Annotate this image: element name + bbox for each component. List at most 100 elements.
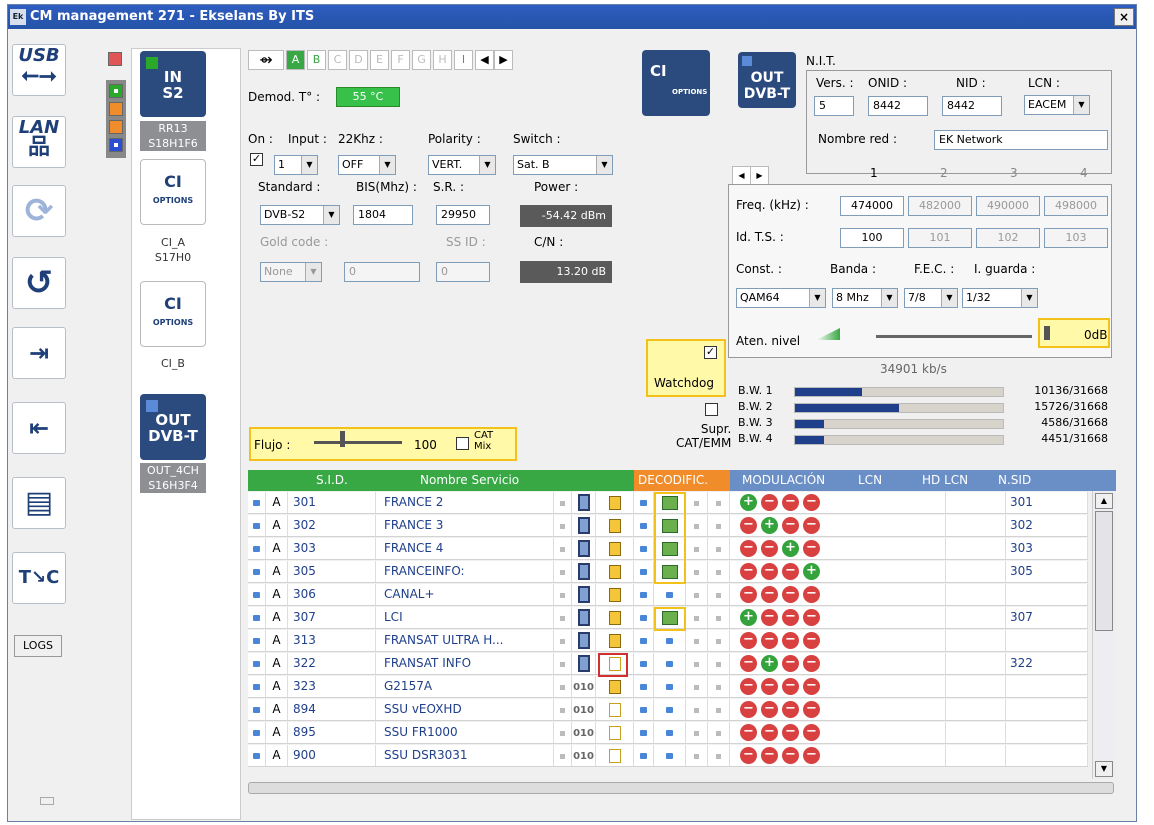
ci-empty-icon[interactable]: [666, 592, 673, 598]
mod-off-icon[interactable]: −: [740, 540, 757, 557]
vers-input[interactable]: 5: [814, 96, 854, 116]
mod-on-icon[interactable]: +: [761, 517, 778, 534]
mod-off-icon[interactable]: −: [782, 747, 799, 764]
decod-c-icon[interactable]: [694, 616, 699, 621]
mod-off-icon[interactable]: −: [782, 678, 799, 695]
decod-a-icon[interactable]: [640, 707, 647, 713]
table-row[interactable]: A 894 SSU vEOXHD 010 − − − −: [248, 699, 1088, 721]
lcn-select[interactable]: EACEM ▼: [1024, 95, 1090, 115]
tab-next-icon[interactable]: ▶: [494, 50, 513, 70]
mod-off-icon[interactable]: −: [782, 609, 799, 626]
freq-3[interactable]: 490000: [976, 196, 1040, 216]
mod-off-icon[interactable]: −: [803, 701, 820, 718]
freq-1[interactable]: 474000: [840, 196, 904, 216]
table-row[interactable]: A 900 SSU DSR3031 010 − − − −: [248, 745, 1088, 767]
scroll-up-icon[interactable]: ▲: [1095, 493, 1113, 509]
freq-4[interactable]: 498000: [1044, 196, 1108, 216]
on-checkbox[interactable]: ✓: [250, 153, 263, 166]
export-button[interactable]: ⇥: [12, 327, 66, 379]
decod-a-icon[interactable]: [640, 730, 647, 736]
aten-slider-thumb[interactable]: [1044, 326, 1050, 340]
freq-2[interactable]: 482000: [908, 196, 972, 216]
row-select-icon[interactable]: [253, 523, 260, 529]
mod-off-icon[interactable]: −: [740, 724, 757, 741]
row-select-icon[interactable]: [253, 707, 260, 713]
decod-c-icon[interactable]: [694, 570, 699, 575]
link-icon[interactable]: ⇴: [248, 50, 284, 70]
nid-input[interactable]: 8442: [942, 96, 1002, 116]
ci-empty-icon[interactable]: [666, 707, 673, 713]
mod-on-icon[interactable]: +: [782, 540, 799, 557]
polarity-select[interactable]: VERT. ▼: [428, 155, 496, 175]
mod-off-icon[interactable]: −: [782, 586, 799, 603]
decod-d-icon[interactable]: [716, 570, 721, 575]
lock-closed-icon[interactable]: [608, 610, 621, 625]
ci-empty-icon[interactable]: [666, 730, 673, 736]
chan-next-icon[interactable]: ▶: [750, 166, 769, 186]
row-select-icon[interactable]: [253, 592, 260, 598]
mod-on-icon[interactable]: +: [740, 609, 757, 626]
supr-checkbox[interactable]: [705, 403, 718, 416]
decod-c-icon[interactable]: [694, 524, 699, 529]
ci-empty-icon[interactable]: [666, 684, 673, 690]
mod-on-icon[interactable]: +: [740, 494, 757, 511]
nsid-header[interactable]: N.SID: [998, 470, 1031, 491]
lcn-header[interactable]: LCN: [858, 470, 882, 491]
input-select[interactable]: 1 ▼: [274, 155, 318, 175]
decod-d-icon[interactable]: [716, 616, 721, 621]
decod-a-icon[interactable]: [640, 523, 647, 529]
row-select-icon[interactable]: [253, 730, 260, 736]
table-row[interactable]: A 322 FRANSAT INFO − + − − 322: [248, 653, 1088, 675]
aten-slider[interactable]: [876, 335, 1032, 338]
mod-off-icon[interactable]: −: [782, 494, 799, 511]
ci-a-module[interactable]: CI OPTIONS: [140, 159, 206, 225]
table-row[interactable]: A 313 FRANSAT ULTRA H... − − − −: [248, 630, 1088, 652]
decod-a-icon[interactable]: [640, 615, 647, 621]
mod-off-icon[interactable]: −: [761, 747, 778, 764]
ts-4[interactable]: 103: [1044, 228, 1108, 248]
band-select[interactable]: 8 Mhz ▼: [832, 288, 898, 308]
ci-options-button[interactable]: CI OPTIONS: [642, 50, 710, 116]
mod-off-icon[interactable]: −: [803, 517, 820, 534]
mod-off-icon[interactable]: −: [740, 563, 757, 580]
fec-select[interactable]: 7/8 ▼: [904, 288, 958, 308]
in-s2-module[interactable]: IN S2: [140, 51, 206, 117]
mod-off-icon[interactable]: −: [782, 701, 799, 718]
mod-off-icon[interactable]: −: [782, 632, 799, 649]
ssid-input[interactable]: 0: [436, 262, 490, 282]
mod-off-icon[interactable]: −: [740, 747, 757, 764]
decod-a-icon[interactable]: [640, 684, 647, 690]
khz-select[interactable]: OFF ▼: [338, 155, 396, 175]
decod-d-icon[interactable]: [716, 731, 721, 736]
decod-c-icon[interactable]: [694, 662, 699, 667]
mod-off-icon[interactable]: −: [761, 540, 778, 557]
mod-off-icon[interactable]: −: [761, 701, 778, 718]
row-select-icon[interactable]: [253, 569, 260, 575]
gold-code-select[interactable]: None ▼: [260, 262, 322, 282]
tab-e[interactable]: E: [370, 50, 389, 70]
gold-code-input[interactable]: 0: [344, 262, 420, 282]
mod-off-icon[interactable]: −: [740, 655, 757, 672]
cat-mix-checkbox[interactable]: [456, 437, 469, 450]
ci-empty-icon[interactable]: [666, 638, 673, 644]
tc-button[interactable]: T↘C: [12, 552, 66, 604]
guard-select[interactable]: 1/32 ▼: [962, 288, 1038, 308]
mod-off-icon[interactable]: −: [761, 678, 778, 695]
mod-off-icon[interactable]: −: [782, 724, 799, 741]
lock-open-icon[interactable]: [608, 725, 621, 740]
mod-on-icon[interactable]: +: [803, 563, 820, 580]
decod-a-icon[interactable]: [640, 500, 647, 506]
row-select-icon[interactable]: [253, 615, 260, 621]
vertical-scrollbar[interactable]: ▲ ▼: [1092, 491, 1116, 779]
ci-empty-icon[interactable]: [666, 661, 673, 667]
mod-off-icon[interactable]: −: [761, 609, 778, 626]
switch-select[interactable]: Sat. B ▼: [513, 155, 613, 175]
mod-off-icon[interactable]: −: [740, 517, 757, 534]
mod-off-icon[interactable]: −: [761, 494, 778, 511]
logs-button[interactable]: LOGS: [14, 635, 62, 657]
tab-prev-icon[interactable]: ◀: [475, 50, 494, 70]
tab-b[interactable]: B: [307, 50, 326, 70]
bis-input[interactable]: 1804: [353, 205, 413, 225]
lock-closed-icon[interactable]: [608, 518, 621, 533]
mod-off-icon[interactable]: −: [803, 632, 820, 649]
